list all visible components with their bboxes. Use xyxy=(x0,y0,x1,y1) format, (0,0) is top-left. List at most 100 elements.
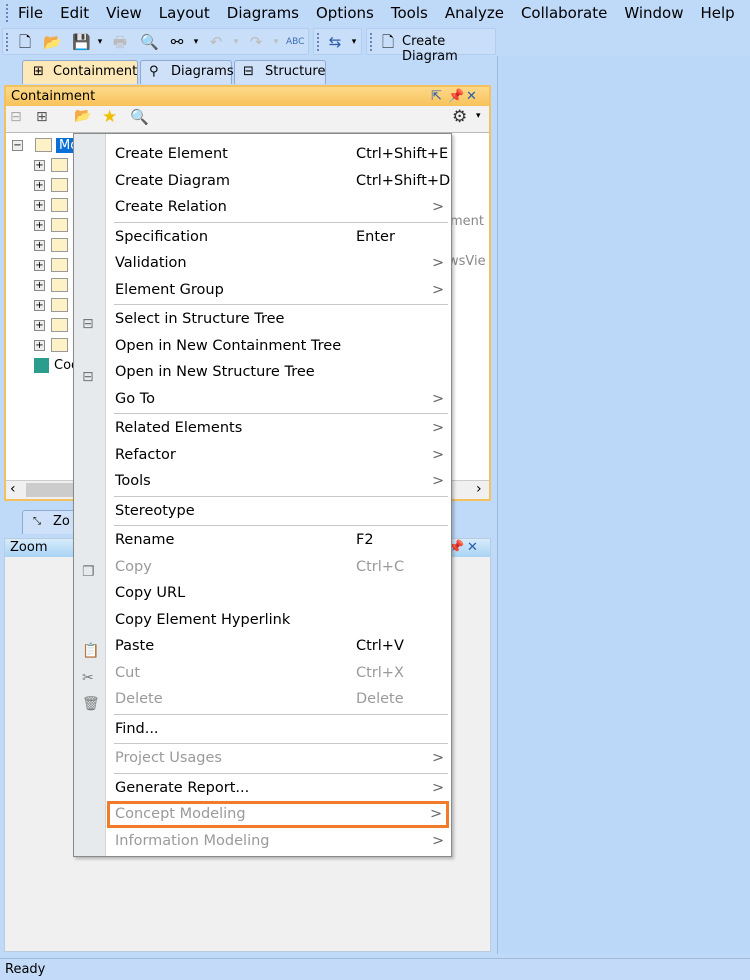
collapse-toggle[interactable]: − xyxy=(12,139,23,151)
close-icon[interactable]: ✕ xyxy=(467,539,478,557)
menu-item-delete[interactable]: 🗑 Delete Delete xyxy=(74,686,451,713)
menu-item-project-usages[interactable]: Project Usages > xyxy=(74,745,451,772)
expand-toggle[interactable]: + xyxy=(34,299,45,311)
transfer-dropdown-icon[interactable]: ▾ xyxy=(345,33,363,52)
star-icon[interactable]: ★ xyxy=(102,107,117,127)
new-file-icon[interactable]: 🗋 xyxy=(16,33,34,52)
close-icon[interactable]: ✕ xyxy=(466,87,477,106)
print-preview-icon[interactable]: 🔍 xyxy=(140,33,159,52)
menu-item-open-in-new-structure-tree[interactable]: ⊟ Open in New Structure Tree xyxy=(74,359,451,386)
menu-item-label: Open in New Structure Tree xyxy=(115,364,315,380)
tree-node[interactable]: + xyxy=(34,216,68,234)
scroll-left-icon[interactable]: ‹ xyxy=(10,481,16,497)
menu-item-create-element[interactable]: Create Element Ctrl+Shift+E xyxy=(74,141,451,168)
create-diagram-button[interactable]: 🗋 Create Diagram xyxy=(366,28,496,64)
undo-dropdown-icon[interactable]: ▾ xyxy=(227,33,245,52)
pin-icon[interactable]: 📌 xyxy=(448,87,464,106)
find-binoculars-icon[interactable]: ⚯ xyxy=(168,33,186,52)
print-icon[interactable]: 🖶 xyxy=(111,33,129,52)
save-icon[interactable]: 💾 xyxy=(72,33,91,52)
menu-item-related-elements[interactable]: Related Elements > xyxy=(74,415,451,442)
menu-file[interactable]: File xyxy=(18,4,43,22)
tab-containment[interactable]: ⊞ Containment xyxy=(22,60,138,84)
settings-dropdown-icon[interactable]: ▾ xyxy=(476,111,481,121)
menu-edit[interactable]: Edit xyxy=(60,4,89,22)
menu-item-information-modeling[interactable]: Information Modeling > xyxy=(74,828,451,855)
undo-icon[interactable]: ↶ xyxy=(207,33,225,52)
expand-toggle[interactable]: + xyxy=(34,179,45,191)
menu-item-copy-url[interactable]: Copy URL xyxy=(74,580,451,607)
menu-item-create-diagram[interactable]: Create Diagram Ctrl+Shift+D xyxy=(74,168,451,195)
tree-node[interactable]: + xyxy=(34,156,68,174)
submenu-arrow-icon: > xyxy=(432,420,445,436)
find-dropdown-icon[interactable]: ▾ xyxy=(187,33,205,52)
expand-toggle[interactable]: + xyxy=(34,239,45,251)
menu-help[interactable]: Help xyxy=(700,4,734,22)
tree-node[interactable]: + xyxy=(34,176,68,194)
submenu-arrow-icon: > xyxy=(430,806,443,822)
menu-item-tools[interactable]: Tools > xyxy=(74,468,451,495)
collapse-icon[interactable]: ⊟ xyxy=(10,109,22,125)
tree-node[interactable]: + xyxy=(34,276,68,294)
menu-diagrams[interactable]: Diagrams xyxy=(227,4,299,22)
tab-structure[interactable]: ⊟ Structure xyxy=(234,60,326,84)
expand-toggle[interactable]: + xyxy=(34,339,45,351)
tree-node[interactable]: + xyxy=(34,316,68,334)
zoom-icon: ⤡ xyxy=(33,516,41,527)
menu-item-rename[interactable]: Rename F2 xyxy=(74,527,451,554)
expand-toggle[interactable]: + xyxy=(34,159,45,171)
expand-toggle[interactable]: + xyxy=(34,319,45,331)
expand-toggle[interactable]: + xyxy=(34,199,45,211)
menu-item-generate-report[interactable]: Generate Report... > xyxy=(74,775,451,802)
expand-toggle[interactable]: + xyxy=(34,279,45,291)
menu-item-validation[interactable]: Validation > xyxy=(74,250,451,277)
open-folder-icon[interactable]: 📂 xyxy=(74,108,91,124)
tree-node[interactable]: + xyxy=(34,296,68,314)
tree-node[interactable]: + xyxy=(34,236,68,254)
tree-node[interactable]: + xyxy=(34,196,68,214)
search-icon[interactable]: 🔍 xyxy=(130,108,149,126)
menu-item-find[interactable]: Find... xyxy=(74,716,451,743)
tree-node[interactable]: + xyxy=(34,336,68,354)
toolbar-grip[interactable] xyxy=(317,33,319,51)
menu-item-copy[interactable]: ❐ Copy Ctrl+C xyxy=(74,554,451,581)
undock-icon[interactable]: ⇱ xyxy=(431,87,442,106)
open-folder-icon[interactable]: 📂 xyxy=(43,33,62,52)
menu-item-concept-modeling[interactable]: Concept Modeling > xyxy=(107,801,449,828)
menu-options[interactable]: Options xyxy=(316,4,374,22)
menu-item-create-relation[interactable]: Create Relation > xyxy=(74,194,451,221)
menu-item-select-in-structure-tree[interactable]: ⊟ Select in Structure Tree xyxy=(74,306,451,333)
menu-item-label: Open in New Containment Tree xyxy=(115,337,342,354)
menu-layout[interactable]: Layout xyxy=(159,4,210,22)
menu-collaborate[interactable]: Collaborate xyxy=(521,4,607,22)
menu-view[interactable]: View xyxy=(106,4,142,22)
redo-icon[interactable]: ↷ xyxy=(247,33,265,52)
expand-icon[interactable]: ⊞ xyxy=(36,109,48,125)
toolbar-grip[interactable] xyxy=(370,33,372,51)
toolbar-grip[interactable] xyxy=(6,33,8,51)
scroll-right-icon[interactable]: › xyxy=(476,481,482,497)
menu-item-go-to[interactable]: Go To > xyxy=(74,386,451,413)
expand-toggle[interactable]: + xyxy=(34,259,45,271)
menu-item-open-in-new-containment-tree[interactable]: Open in New Containment Tree xyxy=(74,333,451,360)
tree-node[interactable]: + xyxy=(34,256,68,274)
menu-tools[interactable]: Tools xyxy=(391,4,428,22)
tab-diagrams[interactable]: ⚲ Diagrams xyxy=(140,60,234,84)
redo-dropdown-icon[interactable]: ▾ xyxy=(267,33,285,52)
menu-window[interactable]: Window xyxy=(624,4,683,22)
menu-item-element-group[interactable]: Element Group > xyxy=(74,277,451,304)
expand-toggle[interactable]: + xyxy=(34,219,45,231)
menu-item-paste[interactable]: 📋 Paste Ctrl+V xyxy=(74,633,451,660)
menu-item-specification[interactable]: Specification Enter xyxy=(74,224,451,251)
spell-check-icon[interactable]: ABC xyxy=(286,33,304,52)
diagram-area[interactable] xyxy=(497,56,750,954)
menu-item-refactor[interactable]: Refactor > xyxy=(74,442,451,469)
menu-item-stereotype[interactable]: Stereotype xyxy=(74,498,451,525)
transfer-icon[interactable]: ⇆ xyxy=(326,33,344,52)
menu-analyze[interactable]: Analyze xyxy=(445,4,504,22)
menu-item-cut[interactable]: ✂ Cut Ctrl+X xyxy=(74,660,451,687)
save-dropdown-icon[interactable]: ▾ xyxy=(91,33,109,52)
gear-icon[interactable]: ⚙ xyxy=(452,107,467,127)
menu-item-copy-element-hyperlink[interactable]: Copy Element Hyperlink xyxy=(74,607,451,634)
menubar-grip[interactable] xyxy=(6,4,8,22)
